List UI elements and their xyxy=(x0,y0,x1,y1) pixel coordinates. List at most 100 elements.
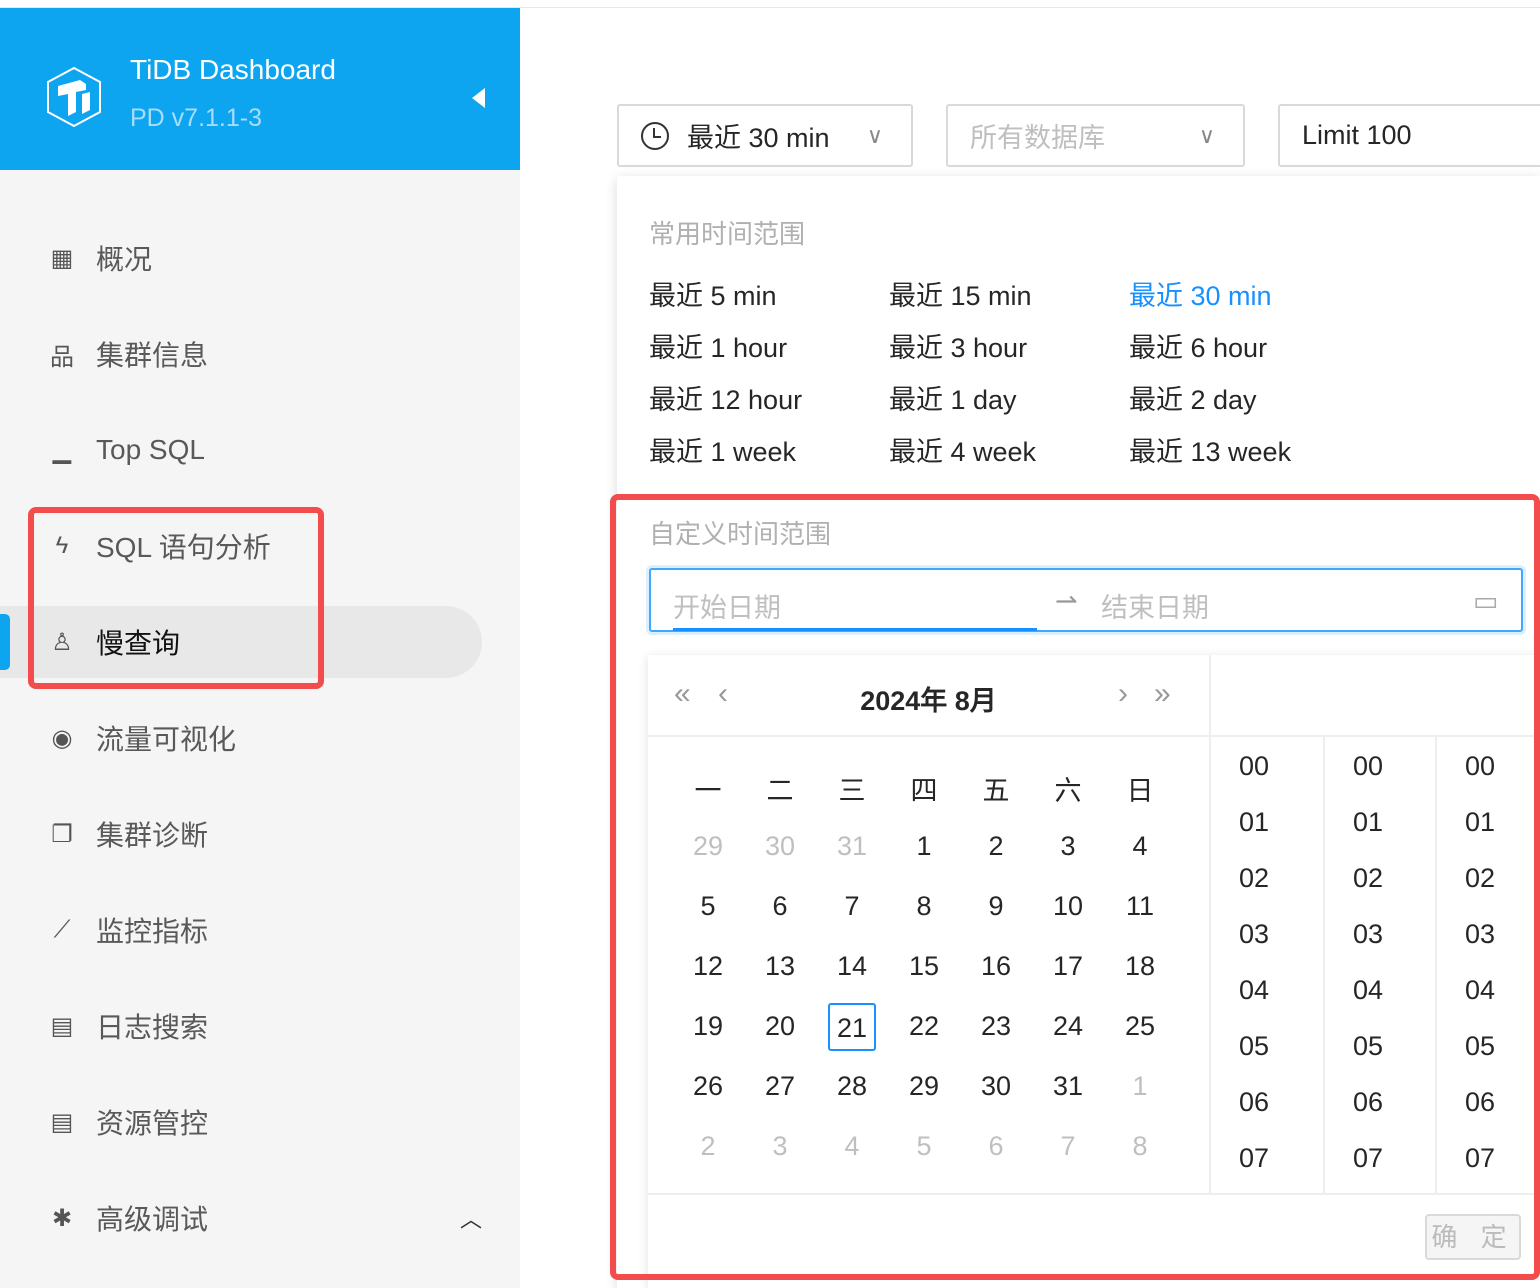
second-option[interactable]: 06 xyxy=(1437,1087,1540,1118)
hour-option[interactable]: 04 xyxy=(1211,975,1323,1006)
minute-option[interactable]: 03 xyxy=(1325,919,1435,950)
sidebar-item[interactable]: ♙ 慢查询 xyxy=(0,606,482,678)
minute-option[interactable]: 07 xyxy=(1325,1143,1435,1174)
calendar-day[interactable]: 30 xyxy=(756,823,804,871)
calendar-day[interactable]: 7 xyxy=(1044,1123,1092,1171)
calendar-day[interactable]: 18 xyxy=(1116,943,1164,991)
calendar-day[interactable]: 2 xyxy=(684,1123,732,1171)
calendar-day[interactable]: 3 xyxy=(756,1123,804,1171)
calendar-day[interactable]: 31 xyxy=(828,823,876,871)
sidebar-item[interactable]: ◉ 流量可视化 xyxy=(0,702,482,774)
calendar-day[interactable]: 21 xyxy=(828,1003,876,1051)
next-year-button[interactable]: » xyxy=(1154,677,1171,711)
database-select[interactable]: 所有数据库 ∨ xyxy=(946,104,1245,167)
calendar-day[interactable]: 12 xyxy=(684,943,732,991)
minute-option[interactable]: 06 xyxy=(1325,1087,1435,1118)
sidebar-item[interactable]: ▁ Top SQL xyxy=(0,414,482,486)
calendar-day[interactable]: 19 xyxy=(684,1003,732,1051)
calendar-day[interactable]: 1 xyxy=(1116,1063,1164,1111)
calendar-day[interactable]: 7 xyxy=(828,883,876,931)
minute-option[interactable]: 00 xyxy=(1325,751,1435,782)
preset-option[interactable]: 最近 12 hour xyxy=(649,378,802,417)
preset-option[interactable]: 最近 15 min xyxy=(889,274,1032,313)
preset-option[interactable]: 最近 1 hour xyxy=(649,326,787,365)
second-option[interactable]: 05 xyxy=(1437,1031,1540,1062)
preset-option[interactable]: 最近 3 hour xyxy=(889,326,1027,365)
calendar-day[interactable]: 26 xyxy=(684,1063,732,1111)
preset-option[interactable]: 最近 13 week xyxy=(1129,430,1291,469)
sidebar-item[interactable]: ▤ 资源管控 xyxy=(0,1086,482,1158)
calendar-day[interactable]: 2 xyxy=(972,823,1020,871)
chevron-up-icon[interactable]: ︿ xyxy=(460,1202,482,1234)
second-option[interactable]: 07 xyxy=(1437,1143,1540,1174)
minutes-column[interactable]: 00 01 02 03 04 05 06 07 xyxy=(1323,737,1435,1193)
second-option[interactable]: 04 xyxy=(1437,975,1540,1006)
preset-option[interactable]: 最近 1 week xyxy=(649,430,796,469)
collapse-sidebar-button[interactable] xyxy=(472,88,485,108)
hour-option[interactable]: 00 xyxy=(1211,751,1323,782)
sidebar-item[interactable]: 品集群信息 xyxy=(0,318,482,390)
calendar-day[interactable]: 17 xyxy=(1044,943,1092,991)
preset-option[interactable]: 最近 4 week xyxy=(889,430,1036,469)
preset-option[interactable]: 最近 2 day xyxy=(1129,378,1257,417)
calendar-day[interactable]: 4 xyxy=(828,1123,876,1171)
sidebar-item[interactable]: ✱ 高级调试 ︿ xyxy=(0,1182,482,1254)
calendar-day[interactable]: 28 xyxy=(828,1063,876,1111)
calendar-day[interactable]: 6 xyxy=(972,1123,1020,1171)
preset-option[interactable]: 最近 5 min xyxy=(649,274,777,313)
sidebar-item[interactable]: ▦ 概况 xyxy=(0,222,482,294)
sidebar-item[interactable]: ▤ 日志搜索 xyxy=(0,990,482,1062)
calendar-day[interactable]: 24 xyxy=(1044,1003,1092,1051)
preset-option[interactable]: 最近 6 hour xyxy=(1129,326,1267,365)
hour-option[interactable]: 07 xyxy=(1211,1143,1323,1174)
calendar-day[interactable]: 31 xyxy=(1044,1063,1092,1111)
calendar-day[interactable]: 5 xyxy=(684,883,732,931)
preset-option[interactable]: 最近 30 min xyxy=(1129,274,1272,313)
next-month-button[interactable]: › xyxy=(1118,677,1128,711)
calendar-day[interactable]: 8 xyxy=(900,883,948,931)
calendar-day[interactable]: 10 xyxy=(1044,883,1092,931)
minute-option[interactable]: 02 xyxy=(1325,863,1435,894)
calendar-day[interactable]: 4 xyxy=(1116,823,1164,871)
calendar-day[interactable]: 29 xyxy=(684,823,732,871)
calendar-day[interactable]: 9 xyxy=(972,883,1020,931)
calendar-day[interactable]: 5 xyxy=(900,1123,948,1171)
calendar-day[interactable]: 23 xyxy=(972,1003,1020,1051)
calendar-day[interactable]: 16 xyxy=(972,943,1020,991)
hour-option[interactable]: 01 xyxy=(1211,807,1323,838)
minute-option[interactable]: 05 xyxy=(1325,1031,1435,1062)
sidebar-item[interactable]: ❐ 集群诊断 xyxy=(0,798,482,870)
minute-option[interactable]: 01 xyxy=(1325,807,1435,838)
sidebar-item[interactable]: ϟ SQL 语句分析 xyxy=(0,510,482,582)
hour-option[interactable]: 05 xyxy=(1211,1031,1323,1062)
calendar-day[interactable]: 29 xyxy=(900,1063,948,1111)
calendar-day[interactable]: 15 xyxy=(900,943,948,991)
hour-option[interactable]: 02 xyxy=(1211,863,1323,894)
hour-option[interactable]: 06 xyxy=(1211,1087,1323,1118)
date-range-input[interactable]: 开始日期 ⇀ 结束日期 ▭ xyxy=(649,568,1523,632)
calendar-day[interactable]: 1 xyxy=(900,823,948,871)
second-option[interactable]: 00 xyxy=(1437,751,1540,782)
calendar-day[interactable]: 13 xyxy=(756,943,804,991)
start-date-input[interactable]: 开始日期 xyxy=(673,586,781,625)
calendar-day[interactable]: 6 xyxy=(756,883,804,931)
sidebar-item[interactable]: ⟋ 监控指标 xyxy=(0,894,482,966)
calendar-day[interactable]: 20 xyxy=(756,1003,804,1051)
ok-button[interactable]: 确 定 xyxy=(1425,1214,1521,1260)
end-date-input[interactable]: 结束日期 xyxy=(1101,586,1209,625)
calendar-day[interactable]: 22 xyxy=(900,1003,948,1051)
calendar-day[interactable]: 3 xyxy=(1044,823,1092,871)
calendar-day[interactable]: 11 xyxy=(1116,883,1164,931)
calendar-day[interactable]: 30 xyxy=(972,1063,1020,1111)
hours-column[interactable]: 00 01 02 03 04 05 06 07 xyxy=(1209,737,1323,1193)
second-option[interactable]: 03 xyxy=(1437,919,1540,950)
second-option[interactable]: 01 xyxy=(1437,807,1540,838)
preset-option[interactable]: 最近 1 day xyxy=(889,378,1017,417)
seconds-column[interactable]: 00 01 02 03 04 05 06 07 xyxy=(1435,737,1540,1193)
calendar-day[interactable]: 8 xyxy=(1116,1123,1164,1171)
second-option[interactable]: 02 xyxy=(1437,863,1540,894)
calendar-day[interactable]: 14 xyxy=(828,943,876,991)
limit-select[interactable]: Limit 100 xyxy=(1278,104,1540,167)
time-range-select[interactable]: 最近 30 min ∨ xyxy=(617,104,913,167)
hour-option[interactable]: 03 xyxy=(1211,919,1323,950)
